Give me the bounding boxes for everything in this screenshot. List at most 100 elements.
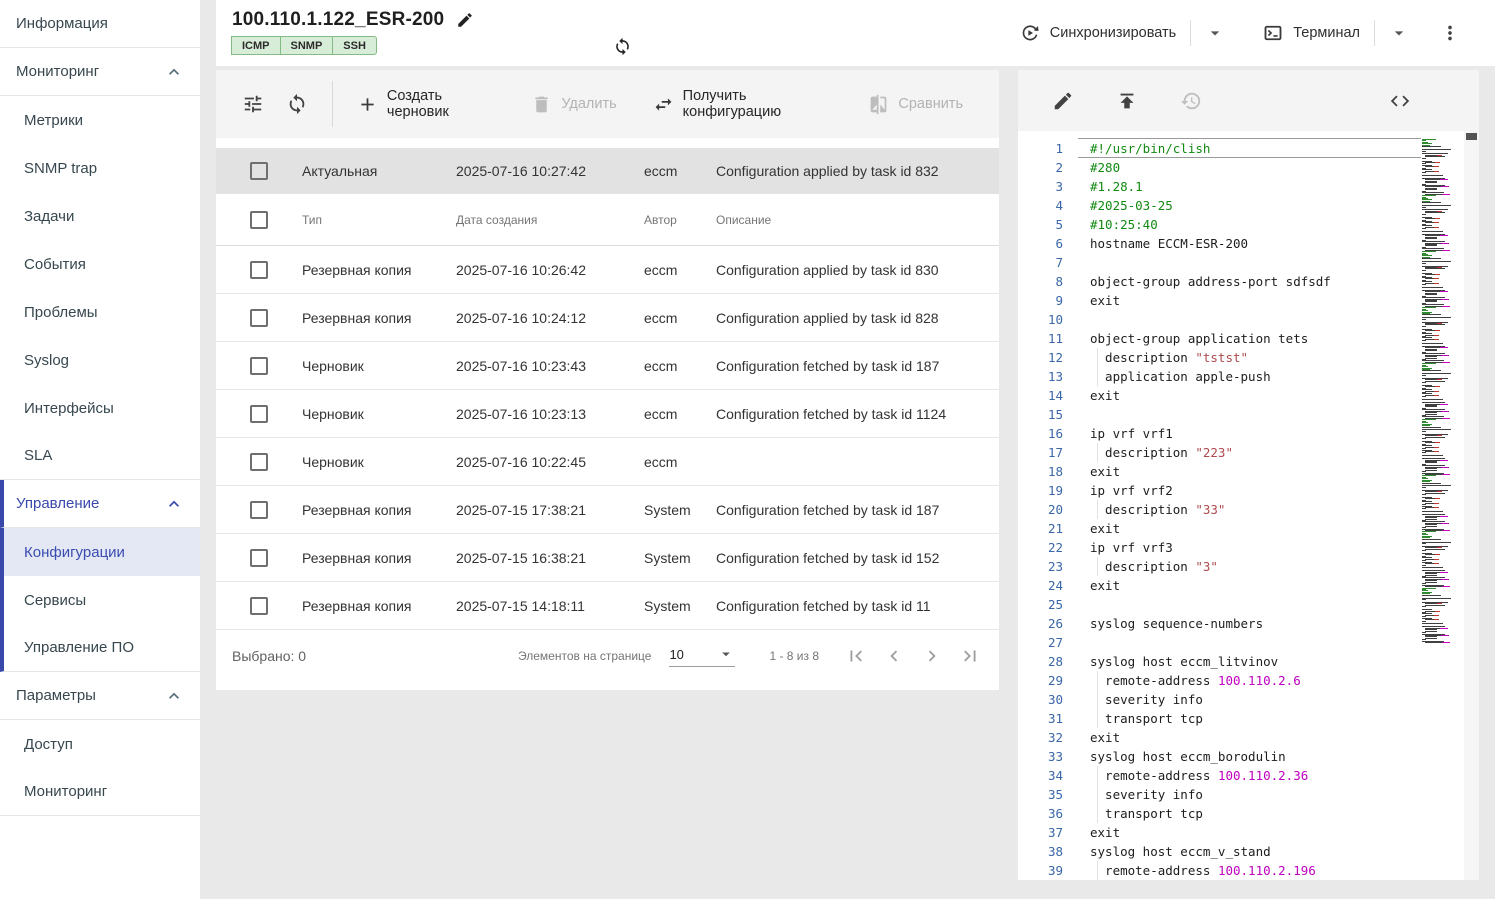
code-line[interactable]: 33syslog host eccm_borodulin: [1018, 747, 1479, 766]
code-line[interactable]: 10: [1018, 310, 1479, 329]
code-line[interactable]: 3#1.28.1: [1018, 177, 1479, 196]
code-line[interactable]: 26syslog sequence-numbers: [1018, 614, 1479, 633]
code-line[interactable]: 20 description "33": [1018, 500, 1479, 519]
code-line[interactable]: 21exit: [1018, 519, 1479, 538]
code-line[interactable]: 29 remote-address 100.110.2.6: [1018, 671, 1479, 690]
code-line[interactable]: 11object-group application tets: [1018, 329, 1479, 348]
row-checkbox[interactable]: [250, 501, 268, 519]
last-page-icon[interactable]: [959, 645, 981, 667]
code-view-icon[interactable]: [1389, 90, 1411, 112]
row-checkbox[interactable]: [250, 549, 268, 567]
code-line[interactable]: 6hostname ECCM-ESR-200: [1018, 234, 1479, 253]
sidebar-item[interactable]: Конфигурации: [0, 528, 200, 576]
code-line[interactable]: 7: [1018, 253, 1479, 272]
synchronize-button[interactable]: Синхронизировать: [1020, 23, 1176, 43]
code-line[interactable]: 17 description "223": [1018, 443, 1479, 462]
code-line[interactable]: 23 description "3": [1018, 557, 1479, 576]
delete-button[interactable]: Удалить: [531, 94, 616, 115]
sidebar-item[interactable]: Интерфейсы: [0, 384, 200, 432]
sidebar-item[interactable]: Syslog: [0, 336, 200, 384]
sidebar-item[interactable]: Метрики: [0, 96, 200, 144]
row-checkbox[interactable]: [250, 261, 268, 279]
sidebar-item[interactable]: SNMP trap: [0, 144, 200, 192]
code-line[interactable]: 32exit: [1018, 728, 1479, 747]
sidebar-item[interactable]: Параметры: [0, 672, 200, 720]
code-line[interactable]: 35 severity info: [1018, 785, 1479, 804]
table-refresh-icon[interactable]: [286, 93, 308, 115]
code-line[interactable]: 28syslog host eccm_litvinov: [1018, 652, 1479, 671]
code-line[interactable]: 22ip vrf vrf3: [1018, 538, 1479, 557]
edit-title-icon[interactable]: [456, 11, 474, 29]
editor-scrollbar[interactable]: [1464, 131, 1479, 880]
sidebar-item[interactable]: Мониторинг: [0, 768, 200, 816]
chevron-up-icon[interactable]: [164, 494, 184, 514]
row-checkbox[interactable]: [250, 597, 268, 615]
code-line[interactable]: 19ip vrf vrf2: [1018, 481, 1479, 500]
code-line[interactable]: 1#!/usr/bin/clish: [1018, 139, 1479, 158]
history-icon[interactable]: [1180, 90, 1202, 112]
terminal-dropdown-icon[interactable]: [1389, 23, 1409, 43]
synchronize-dropdown-icon[interactable]: [1205, 23, 1225, 43]
sidebar-item[interactable]: Сервисы: [0, 576, 200, 624]
table-row[interactable]: Черновик 2025-07-16 10:23:43 eccm Config…: [216, 342, 999, 390]
code-line[interactable]: 36 transport tcp: [1018, 804, 1479, 823]
sidebar-item[interactable]: Управление: [0, 480, 200, 528]
row-checkbox[interactable]: [250, 357, 268, 375]
table-row[interactable]: Резервная копия 2025-07-16 10:24:12 eccm…: [216, 294, 999, 342]
table-row[interactable]: Резервная копия 2025-07-15 17:38:21 Syst…: [216, 486, 999, 534]
fetch-configuration-button[interactable]: Получить конфигурацию: [653, 88, 833, 120]
table-row[interactable]: Резервная копия 2025-07-15 16:38:21 Syst…: [216, 534, 999, 582]
code-line[interactable]: 9exit: [1018, 291, 1479, 310]
prev-page-icon[interactable]: [883, 645, 905, 667]
per-page-select[interactable]: 10: [669, 645, 735, 667]
select-all-checkbox[interactable]: [250, 211, 268, 229]
table-row[interactable]: Резервная копия 2025-07-16 10:26:42 eccm…: [216, 246, 999, 294]
sidebar-item[interactable]: Информация: [0, 0, 200, 48]
code-line[interactable]: 4#2025-03-25: [1018, 196, 1479, 215]
code-line[interactable]: 27: [1018, 633, 1479, 652]
code-line[interactable]: 24exit: [1018, 576, 1479, 595]
sidebar-item[interactable]: Проблемы: [0, 288, 200, 336]
chevron-up-icon[interactable]: [164, 62, 184, 82]
filter-tune-icon[interactable]: [242, 93, 264, 115]
row-checkbox[interactable]: [250, 405, 268, 423]
sidebar-item[interactable]: Управление ПО: [0, 624, 200, 672]
upload-config-icon[interactable]: [1116, 90, 1138, 112]
code-line[interactable]: 2#280: [1018, 158, 1479, 177]
scrollbar-thumb[interactable]: [1466, 133, 1477, 140]
code-line[interactable]: 25: [1018, 595, 1479, 614]
row-checkbox[interactable]: [250, 453, 268, 471]
sidebar-item[interactable]: События: [0, 240, 200, 288]
code-line[interactable]: 31 transport tcp: [1018, 709, 1479, 728]
code-line[interactable]: 16ip vrf vrf1: [1018, 424, 1479, 443]
editor-minimap[interactable]: [1422, 139, 1462, 644]
availability-refresh-icon[interactable]: [613, 37, 632, 56]
sidebar-item[interactable]: Доступ: [0, 720, 200, 768]
table-row[interactable]: Резервная копия 2025-07-15 14:18:11 Syst…: [216, 582, 999, 630]
row-checkbox[interactable]: [250, 162, 268, 180]
compare-button[interactable]: Сравнить: [868, 94, 963, 115]
more-menu-icon[interactable]: [1439, 22, 1461, 44]
code-editor[interactable]: 1#!/usr/bin/clish2#2803#1.28.14#2025-03-…: [1018, 131, 1479, 880]
current-configuration-row[interactable]: Актуальная 2025-07-16 10:27:42 eccm Conf…: [216, 148, 999, 194]
code-line[interactable]: 30 severity info: [1018, 690, 1479, 709]
table-row[interactable]: Черновик 2025-07-16 10:23:13 eccm Config…: [216, 390, 999, 438]
code-line[interactable]: 37exit: [1018, 823, 1479, 842]
sidebar-item[interactable]: SLA: [0, 432, 200, 480]
row-checkbox[interactable]: [250, 309, 268, 327]
code-line[interactable]: 13 application apple-push: [1018, 367, 1479, 386]
code-line[interactable]: 18exit: [1018, 462, 1479, 481]
chevron-up-icon[interactable]: [164, 686, 184, 706]
terminal-button[interactable]: Терминал: [1263, 23, 1360, 43]
code-line[interactable]: 8object-group address-port sdfsdf: [1018, 272, 1479, 291]
first-page-icon[interactable]: [845, 645, 867, 667]
code-line[interactable]: 39 remote-address 100.110.2.196: [1018, 861, 1479, 880]
code-line[interactable]: 5#10:25:40: [1018, 215, 1479, 234]
code-line[interactable]: 34 remote-address 100.110.2.36: [1018, 766, 1479, 785]
next-page-icon[interactable]: [921, 645, 943, 667]
code-line[interactable]: 12 description "tstst": [1018, 348, 1479, 367]
sidebar-item[interactable]: Мониторинг: [0, 48, 200, 96]
create-draft-button[interactable]: Создать черновик: [357, 88, 495, 120]
edit-config-icon[interactable]: [1052, 90, 1074, 112]
code-line[interactable]: 14exit: [1018, 386, 1479, 405]
